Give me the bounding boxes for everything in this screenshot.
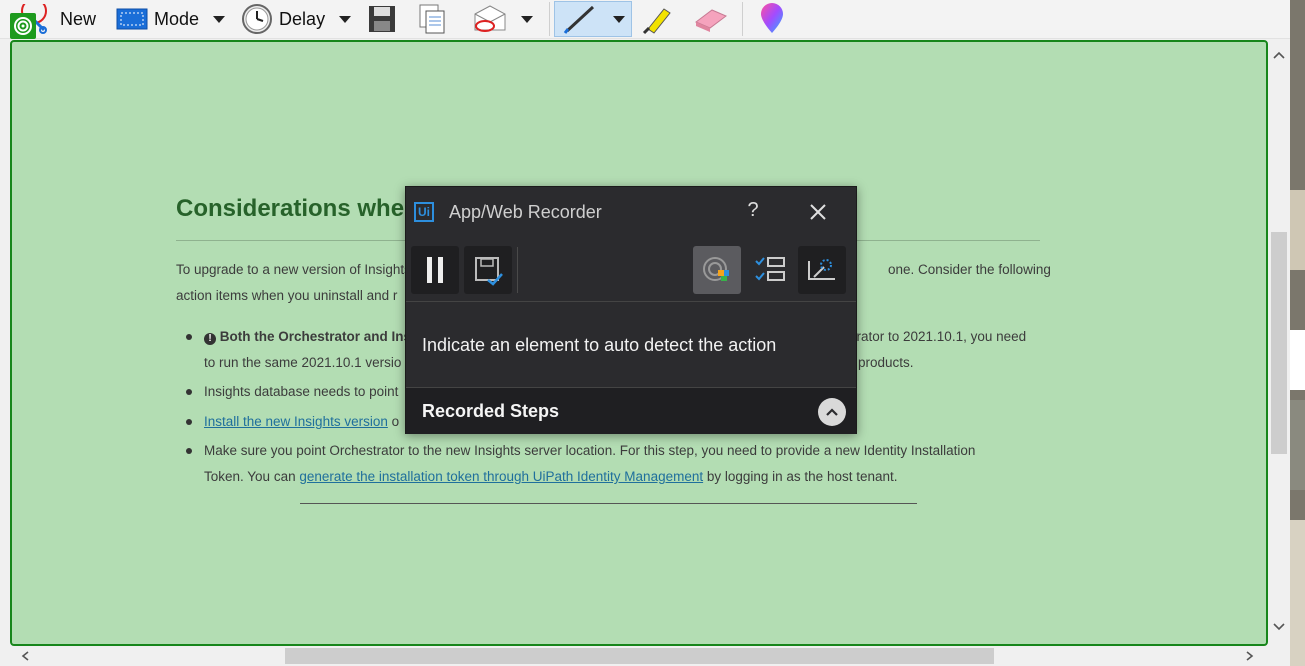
list-item-3-rest: o — [387, 414, 400, 429]
close-icon[interactable] — [806, 200, 830, 224]
highlighter-icon — [643, 8, 671, 35]
pen-icon — [563, 5, 595, 34]
delay-dropdown-icon[interactable] — [339, 15, 352, 23]
send-snip-button[interactable] — [469, 2, 545, 36]
install-insights-link[interactable]: Install the new Insights version — [204, 414, 388, 429]
recorder-divider — [517, 247, 518, 293]
scroll-right-icon[interactable] — [1243, 650, 1255, 662]
list-item-4-line-2: Token. You can generate the installation… — [204, 469, 898, 484]
list-bullet — [186, 334, 192, 340]
app-web-recorder-dialog: Ui App/Web Recorder ? Indicate an elemen… — [405, 186, 857, 434]
list-item-1-bold: Both the Orchestrator and Ins — [219, 329, 412, 344]
list-bullet — [186, 419, 192, 425]
generate-token-link[interactable]: generate the installation token through … — [299, 469, 703, 484]
copy-button[interactable] — [413, 2, 451, 36]
recorder-toolbar — [406, 239, 856, 302]
target-selection-icon — [10, 13, 36, 39]
mode-button[interactable]: Mode — [112, 2, 237, 36]
scroll-up-icon[interactable] — [1272, 50, 1286, 60]
eraser-icon — [695, 9, 728, 32]
list-bullet — [186, 389, 192, 395]
copy-icon — [419, 4, 445, 34]
record-target-button[interactable] — [693, 246, 741, 294]
pen-dropdown-icon[interactable] — [613, 15, 626, 23]
horizontal-scroll-thumb[interactable] — [285, 648, 994, 664]
list-item-3: Install the new Insights version o — [204, 414, 399, 429]
list-item-1-line-2: to run the same 2021.10.1 versio product… — [204, 355, 914, 370]
recorder-title-bar[interactable]: Ui App/Web Recorder ? — [406, 187, 856, 237]
highlighter-button[interactable] — [636, 2, 680, 36]
record-target-icon — [703, 257, 729, 281]
mode-icon — [116, 8, 148, 30]
recorder-hint: Indicate an element to auto detect the a… — [422, 335, 777, 355]
list-item-1-line-2-left: to run the same 2021.10.1 versio — [204, 355, 402, 370]
snipping-toolbar: New Mode Delay — [0, 0, 1290, 39]
scroll-down-icon[interactable] — [1272, 622, 1286, 632]
checklist-icon — [755, 257, 785, 281]
list-item-4-line-1: Make sure you point Orchestrator to the … — [204, 443, 976, 458]
screen-capture-icon — [808, 259, 835, 280]
list-item-2: Insights database needs to point — [204, 384, 399, 399]
save-icon — [369, 6, 396, 32]
save-check-icon — [475, 257, 503, 286]
chevron-up-icon — [826, 408, 838, 416]
list-item-1-line-1-right: strator to 2021.10.1, you need — [846, 329, 1027, 344]
help-button[interactable]: ? — [743, 199, 763, 222]
send-icon — [474, 5, 506, 32]
list-item-1-line-2-right: products. — [858, 355, 914, 370]
paint3d-icon — [761, 3, 784, 33]
mode-label: Mode — [154, 8, 200, 29]
pen-button[interactable] — [554, 1, 633, 37]
warning-icon: ! — [204, 333, 216, 345]
recorded-steps-label: Recorded Steps — [422, 401, 560, 421]
delay-label: Delay — [279, 8, 326, 29]
recorder-title: App/Web Recorder — [449, 202, 602, 222]
vertical-scroll-thumb[interactable] — [1271, 232, 1287, 454]
send-dropdown-icon[interactable] — [521, 15, 534, 23]
intro-line-1-left: To upgrade to a new version of Insights — [176, 262, 411, 277]
horizontal-scrollbar[interactable] — [0, 646, 1268, 666]
delay-clock-icon — [242, 4, 273, 34]
checklist-button[interactable] — [746, 246, 794, 294]
screen-capture-button[interactable] — [798, 246, 846, 294]
list-item-4-prefix: Token. You can — [204, 469, 300, 484]
list-item-1-line-1: ! Both the Orchestrator and Ins strator … — [204, 329, 1026, 345]
desktop-background-peek — [1290, 0, 1305, 666]
footer-divider — [300, 503, 917, 504]
pause-button[interactable] — [411, 246, 459, 294]
uipath-logo: Ui — [414, 202, 434, 222]
intro-line-2-left: action items when you uninstall and r — [176, 288, 398, 303]
list-bullet — [186, 448, 192, 454]
vertical-scrollbar[interactable] — [1268, 40, 1290, 646]
save-button[interactable] — [363, 2, 401, 36]
save-and-exit-button[interactable] — [464, 246, 512, 294]
list-item-4-suffix: by logging in as the host tenant. — [703, 469, 898, 484]
recorded-steps-panel[interactable]: Recorded Steps — [406, 387, 856, 434]
toolbar-divider — [549, 2, 551, 36]
collapse-steps-button[interactable] — [818, 398, 846, 426]
delay-button[interactable]: Delay — [237, 2, 363, 36]
new-label: New — [60, 8, 97, 29]
scroll-left-icon[interactable] — [20, 650, 32, 662]
paint3d-button[interactable] — [753, 2, 791, 36]
page-heading: Considerations wher — [176, 195, 414, 222]
eraser-button[interactable] — [688, 2, 732, 36]
mode-dropdown-icon[interactable] — [213, 15, 226, 23]
toolbar-divider — [742, 2, 744, 36]
pause-icon — [427, 257, 443, 283]
intro-line-1-right: one. Consider the following — [888, 262, 1051, 277]
